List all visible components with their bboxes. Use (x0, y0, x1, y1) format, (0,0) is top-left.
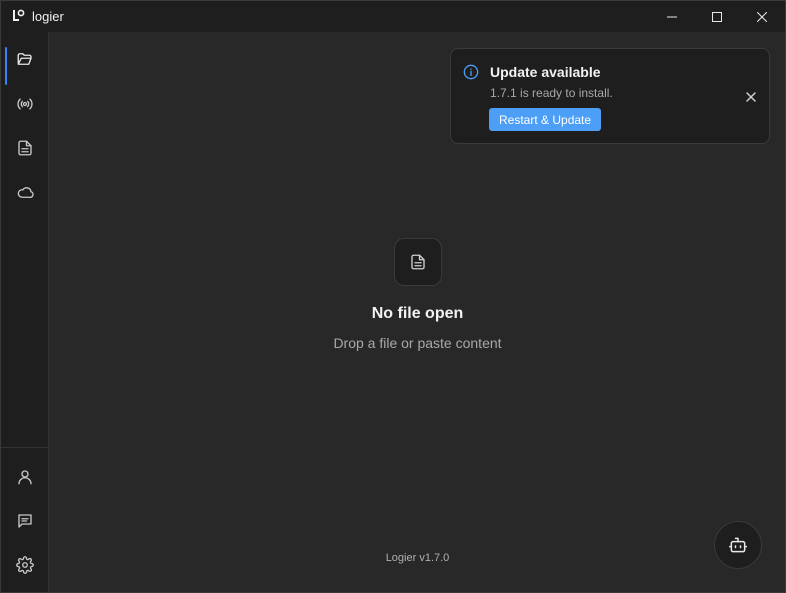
app-window: logier No file open Drop a file or paste… (0, 0, 786, 593)
sidebar-item-documents[interactable] (1, 128, 49, 168)
restart-update-button[interactable]: Restart & Update (489, 108, 602, 131)
file-icon (411, 254, 425, 270)
empty-state-subtitle: Drop a file or paste content (333, 335, 502, 351)
user-icon (18, 470, 32, 485)
sidebar-item-feedback[interactable] (1, 501, 49, 541)
broadcast-icon (17, 98, 33, 110)
sidebar-item-account[interactable] (1, 457, 49, 497)
close-icon[interactable] (743, 89, 759, 105)
close-icon (757, 11, 767, 22)
maximize-icon (712, 11, 722, 22)
folder-open-icon (17, 53, 32, 65)
empty-state-icon-box (394, 238, 442, 286)
minimize-icon (667, 16, 677, 17)
document-icon (18, 140, 32, 156)
toast-title: Update available (490, 64, 601, 80)
sidebar-item-files[interactable] (1, 39, 49, 85)
info-icon (463, 64, 479, 80)
sidebar-item-cloud[interactable] (1, 172, 49, 212)
chat-icon (18, 514, 32, 528)
close-button[interactable] (739, 1, 785, 32)
title-bar: logier (1, 1, 785, 32)
gear-icon (16, 556, 34, 574)
sidebar (1, 32, 49, 592)
sidebar-divider (1, 447, 49, 448)
assistant-button[interactable] (714, 521, 762, 569)
update-toast: Update available 1.7.1 is ready to insta… (450, 48, 770, 144)
minimize-button[interactable] (649, 1, 695, 32)
empty-state-title: No file open (371, 305, 464, 322)
sidebar-item-settings[interactable] (1, 545, 49, 585)
maximize-button[interactable] (694, 1, 740, 32)
bot-icon (728, 537, 748, 553)
toast-message: 1.7.1 is ready to install. (490, 86, 613, 100)
sidebar-item-stream[interactable] (1, 84, 49, 124)
window-title: logier (32, 9, 64, 24)
version-label: Logier v1.7.0 (385, 552, 450, 564)
cloud-icon (17, 187, 34, 199)
logier-logo-icon (13, 9, 25, 21)
